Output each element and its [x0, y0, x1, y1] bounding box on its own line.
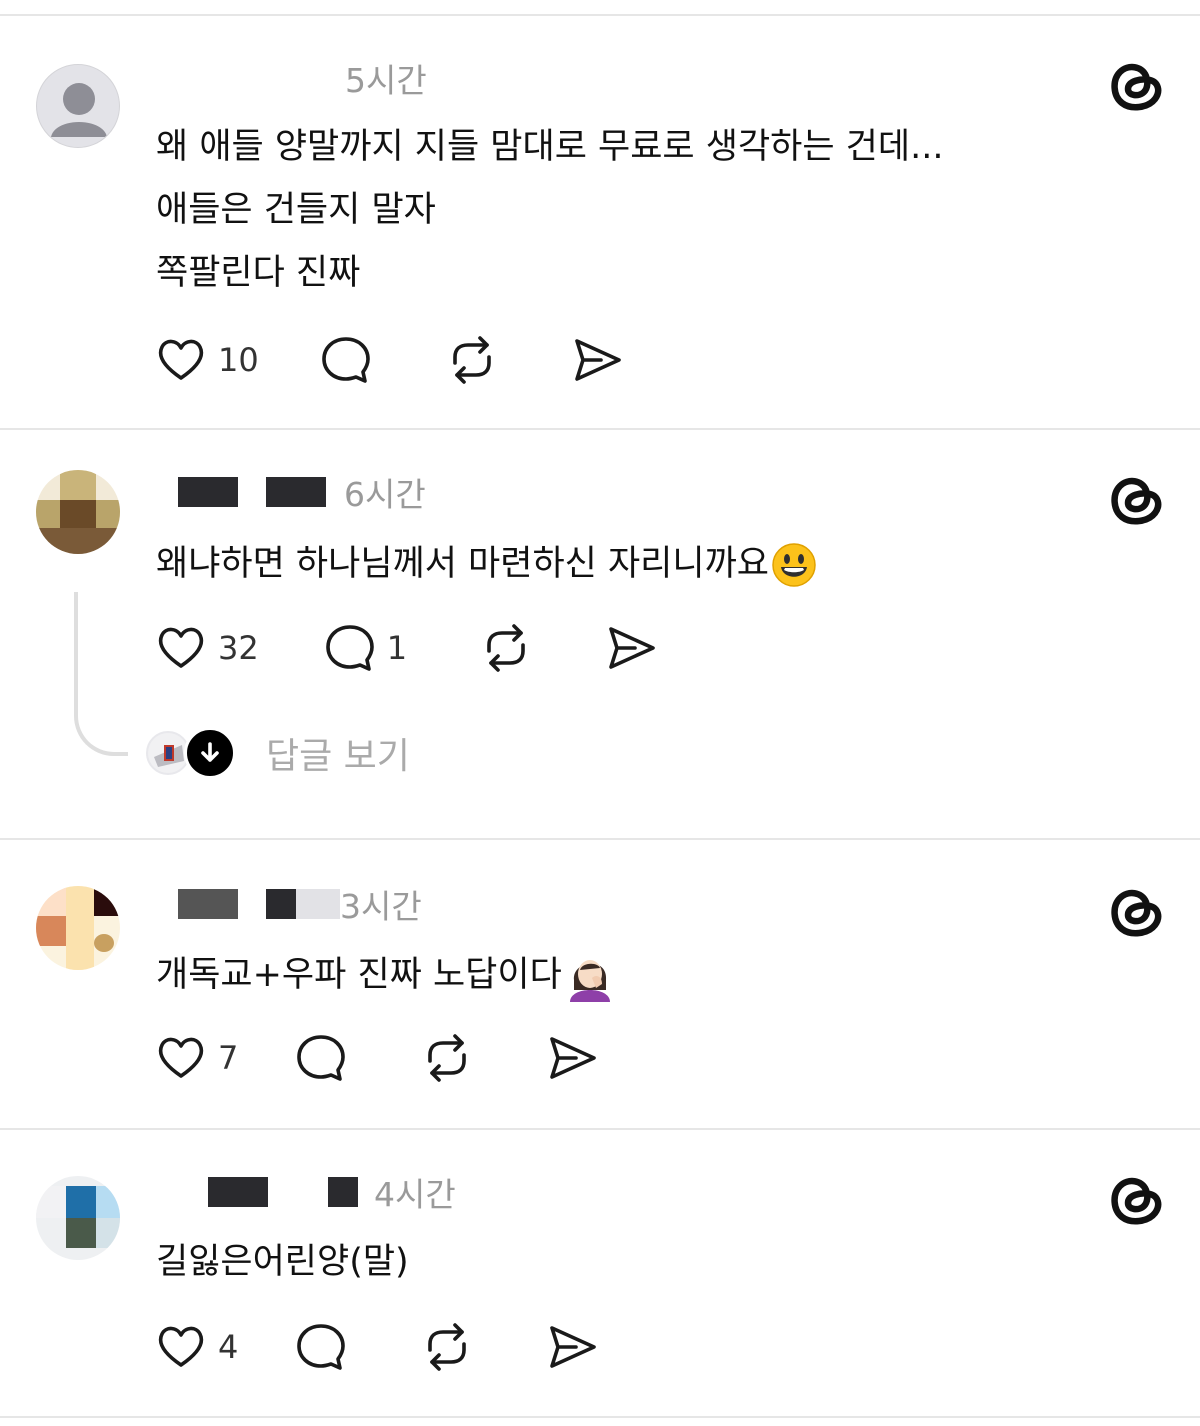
- share-button[interactable]: [546, 1319, 600, 1375]
- like-count: 4: [218, 1328, 239, 1366]
- threads-logo-icon[interactable]: [1106, 880, 1166, 940]
- action-bar: 10: [154, 332, 625, 388]
- send-icon: [605, 621, 659, 675]
- threads-logo-icon[interactable]: [1106, 1168, 1166, 1228]
- send-icon: [571, 333, 625, 387]
- comment-button[interactable]: 1: [323, 620, 407, 676]
- bottom-divider: [0, 1416, 1200, 1418]
- default-avatar-icon: [51, 83, 107, 137]
- post-header: 4시간: [158, 1168, 456, 1216]
- post-text-line: 애들은 건들지 말자: [156, 190, 436, 230]
- heart-icon: [154, 621, 208, 675]
- username-redacted[interactable]: [178, 477, 238, 507]
- heart-icon: [154, 333, 208, 387]
- repost-icon: [479, 621, 533, 675]
- avatar[interactable]: [36, 64, 120, 148]
- post-time: 4시간: [374, 1175, 456, 1214]
- post-time: 3시간: [340, 887, 422, 926]
- username-redacted: [266, 477, 326, 507]
- username-redacted[interactable]: [208, 1177, 268, 1207]
- like-count: 7: [218, 1039, 239, 1077]
- send-icon: [546, 1031, 600, 1085]
- heart-icon: [154, 1320, 208, 1374]
- avatar[interactable]: [36, 1176, 120, 1260]
- comment-button[interactable]: [294, 1319, 348, 1375]
- post-header: 5시간: [345, 54, 427, 102]
- share-button[interactable]: [605, 620, 659, 676]
- like-count: 32: [218, 629, 259, 667]
- post-text: 왜냐하면 하나님께서 마련하신 자리니까요: [156, 544, 769, 584]
- username-redacted: [328, 1177, 358, 1207]
- smiling-face-emoji: [772, 543, 816, 587]
- username-redacted[interactable]: [178, 889, 238, 919]
- like-count: 10: [218, 341, 259, 379]
- heart-icon: [154, 1031, 208, 1085]
- avatar[interactable]: [36, 470, 120, 554]
- reply-count: 1: [386, 629, 408, 667]
- repost-button[interactable]: [420, 1030, 474, 1086]
- threads-logo-icon[interactable]: [1106, 54, 1166, 114]
- username-redacted: [266, 889, 296, 919]
- action-bar: 4: [154, 1319, 600, 1375]
- post-time: 6시간: [344, 475, 426, 514]
- username-redacted: [296, 889, 340, 919]
- comment-icon: [294, 1320, 348, 1374]
- post-text-line: 왜 애들 양말까지 지들 맘대로 무료로 생각하는 건데...: [156, 127, 944, 167]
- post-3: 3시간 개독교+우파 진짜 노답이다 7: [0, 840, 1200, 1128]
- threads-logo-icon[interactable]: [1106, 468, 1166, 528]
- repost-button[interactable]: [479, 620, 533, 676]
- comment-button[interactable]: [319, 332, 373, 388]
- post-text-line: 쪽팔린다 진짜: [156, 253, 361, 293]
- repost-button[interactable]: [420, 1319, 474, 1375]
- like-button[interactable]: 4: [154, 1319, 238, 1375]
- action-bar: 7: [154, 1030, 600, 1086]
- avatar[interactable]: [36, 886, 120, 970]
- repost-icon: [420, 1031, 474, 1085]
- repost-button[interactable]: [445, 332, 499, 388]
- post-text-line: 개독교+우파 진짜 노답이다: [156, 950, 616, 1002]
- action-bar: 32 1: [154, 620, 659, 676]
- post-time: 5시간: [345, 61, 427, 100]
- arrow-down-icon: [184, 727, 236, 779]
- send-icon: [546, 1320, 600, 1374]
- comment-icon: [319, 333, 373, 387]
- share-button[interactable]: [571, 332, 625, 388]
- view-replies-button[interactable]: 답글 보기: [144, 727, 410, 779]
- comment-icon: [294, 1031, 348, 1085]
- post-header: 6시간: [158, 468, 426, 516]
- share-button[interactable]: [546, 1030, 600, 1086]
- view-replies-label: 답글 보기: [266, 736, 410, 777]
- like-button[interactable]: 7: [154, 1030, 238, 1086]
- thread-connector: [74, 592, 128, 756]
- post-1: 5시간 왜 애들 양말까지 지들 맘대로 무료로 생각하는 건데... 애들은 …: [0, 0, 1200, 428]
- post-text-line: 왜냐하면 하나님께서 마련하신 자리니까요: [156, 542, 817, 588]
- post-text: 개독교+우파 진짜 노답이다: [156, 955, 562, 995]
- comment-icon: [323, 621, 377, 675]
- repost-icon: [420, 1320, 474, 1374]
- post-header: 3시간: [158, 880, 422, 928]
- post-4: 4시간 길잃은어린양(말) 4: [0, 1130, 1200, 1418]
- post-2: 6시간 왜냐하면 하나님께서 마련하신 자리니까요 32 1 답글 보기: [0, 430, 1200, 838]
- like-button[interactable]: 32: [154, 620, 259, 676]
- repost-icon: [445, 333, 499, 387]
- post-text-line: 길잃은어린양(말): [156, 1242, 409, 1282]
- facepalm-emoji: [569, 960, 610, 1002]
- like-button[interactable]: 10: [154, 332, 259, 388]
- comment-button[interactable]: [294, 1030, 348, 1086]
